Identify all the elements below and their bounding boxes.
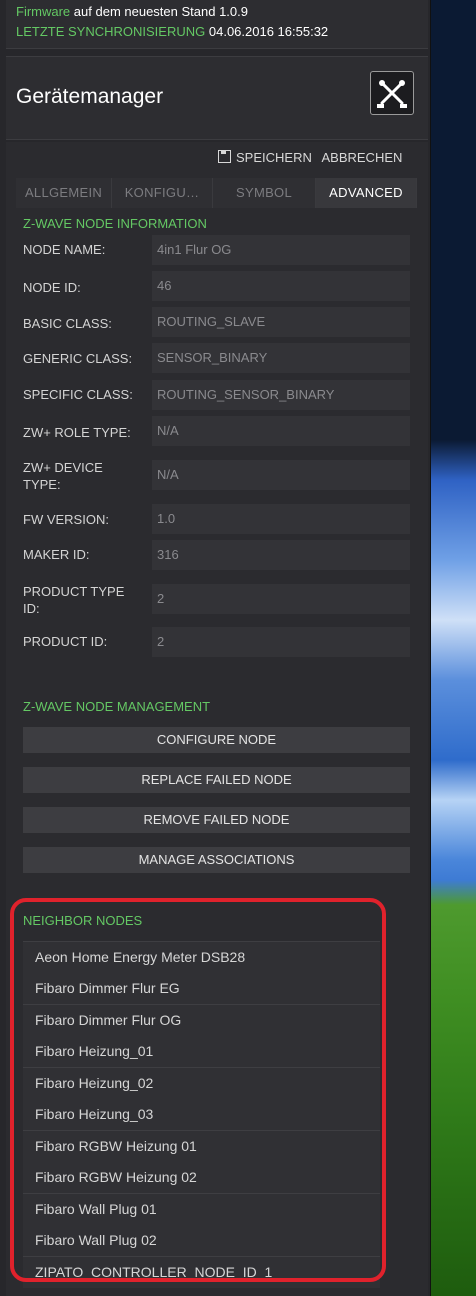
- desktop-wallpaper: [430, 0, 476, 1296]
- field-label: NODE NAME:: [23, 242, 106, 257]
- cancel-button[interactable]: ABBRECHEN: [321, 150, 402, 165]
- device-type-field: N/A: [152, 460, 410, 490]
- tab-symbol[interactable]: SYMBOL: [213, 178, 316, 208]
- page-title: Gerätemanager: [16, 85, 164, 108]
- field-label: GENERIC CLASS:: [23, 351, 133, 366]
- sync-label: LETZTE SYNCHRONISIERUNG: [16, 24, 206, 39]
- product-type-id-field: 2: [152, 584, 410, 614]
- generic-class-field: SENSOR_BINARY: [152, 343, 410, 373]
- field-label: ZW+ ROLE TYPE:: [23, 425, 131, 440]
- field-label: SPECIFIC CLASS:: [23, 387, 133, 402]
- product-id-field: 2: [152, 627, 410, 657]
- sync-timestamp: 04.06.2016 16:55:32: [208, 24, 329, 39]
- role-type-field: N/A: [152, 416, 410, 446]
- fw-version-field: 1.0: [152, 504, 410, 534]
- replace-failed-node-button[interactable]: REPLACE FAILED NODE: [23, 767, 410, 793]
- field-label: PRODUCT ID:: [23, 634, 108, 649]
- tools-button[interactable]: [370, 71, 414, 115]
- field-label: ZW+ DEVICE TYPE:: [23, 460, 103, 492]
- node-info-title: Z-WAVE NODE INFORMATION: [23, 216, 207, 231]
- firmware-status-bar: Firmware auf dem neuesten Stand 1.0.9 LE…: [6, 0, 428, 49]
- node-name-field: 4in1 Flur OG: [152, 235, 410, 265]
- save-icon: [218, 150, 231, 163]
- configure-node-button[interactable]: CONFIGURE NODE: [23, 727, 410, 753]
- tools-icon: [377, 80, 407, 108]
- firmware-status-text: auf dem neuesten Stand 1.0.9: [73, 4, 248, 19]
- tab-advanced[interactable]: ADVANCED: [316, 178, 417, 208]
- action-bar: SPEICHERN ABBRECHEN: [218, 150, 402, 165]
- highlight-frame: [10, 898, 386, 1282]
- maker-id-field: 316: [152, 540, 410, 570]
- specific-class-field: ROUTING_SENSOR_BINARY: [152, 380, 410, 410]
- remove-failed-node-button[interactable]: REMOVE FAILED NODE: [23, 807, 410, 833]
- tab-konfiguration[interactable]: KONFIGU…: [112, 178, 213, 208]
- node-management-title: Z-WAVE NODE MANAGEMENT: [23, 699, 211, 714]
- manage-associations-button[interactable]: MANAGE ASSOCIATIONS: [23, 847, 410, 873]
- field-label: BASIC CLASS:: [23, 316, 112, 331]
- save-button[interactable]: SPEICHERN: [218, 150, 312, 165]
- field-label: FW VERSION:: [23, 512, 109, 527]
- firmware-label: Firmware: [16, 4, 71, 19]
- tab-bar: ALLGEMEIN KONFIGU… SYMBOL ADVANCED: [16, 178, 417, 208]
- field-label: NODE ID:: [23, 280, 81, 295]
- field-label: PRODUCT TYPE ID:: [23, 584, 125, 616]
- save-label: SPEICHERN: [236, 150, 312, 165]
- tab-allgemein[interactable]: ALLGEMEIN: [16, 178, 112, 208]
- field-label: MAKER ID:: [23, 547, 90, 562]
- basic-class-field: ROUTING_SLAVE: [152, 307, 410, 337]
- node-id-field: 46: [152, 271, 410, 301]
- panel-header: Gerätemanager: [6, 56, 428, 140]
- device-manager-panel: Firmware auf dem neuesten Stand 1.0.9 LE…: [0, 0, 431, 1296]
